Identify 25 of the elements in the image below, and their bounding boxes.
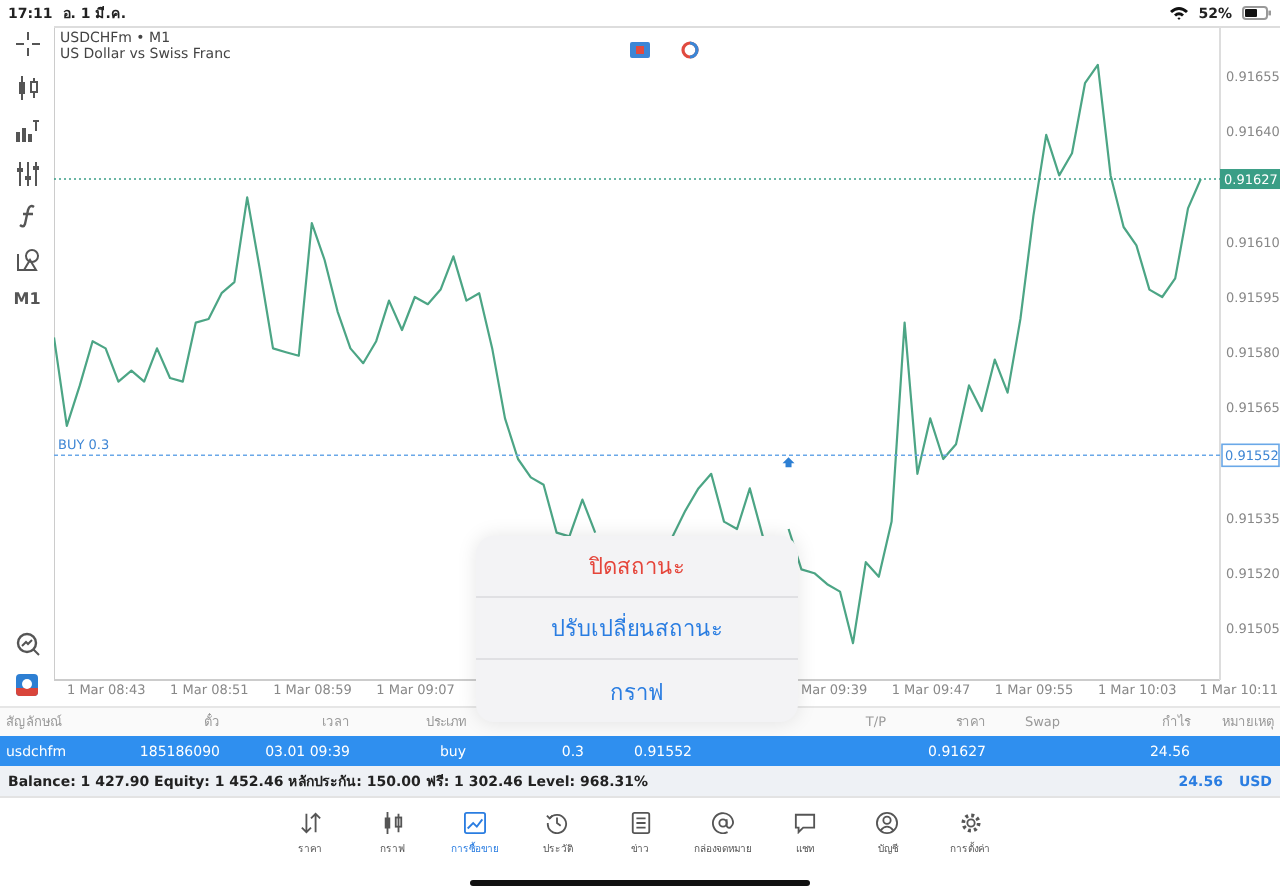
app-logo-icon[interactable] — [16, 674, 38, 696]
chat-icon — [794, 812, 816, 834]
buy-marker-icon — [782, 457, 795, 468]
crosshair-icon[interactable] — [15, 32, 39, 56]
timeframe-button[interactable]: M1 — [13, 290, 41, 308]
menu-item[interactable]: ปรับเปลี่ยนสถานะ — [476, 598, 798, 660]
chart-search-icon[interactable] — [15, 631, 39, 655]
history-clock-icon — [546, 812, 569, 834]
line-chart-icon — [464, 812, 486, 834]
candlestick-icon — [381, 812, 404, 834]
battery-icon — [1242, 6, 1272, 20]
function-icon[interactable] — [15, 204, 39, 228]
candlestick-icon[interactable] — [15, 75, 39, 99]
settings-icon — [959, 812, 981, 834]
ring-icon[interactable] — [681, 41, 699, 59]
shapes-icon[interactable] — [15, 247, 39, 271]
account-icon — [876, 812, 899, 834]
news-icon — [629, 812, 651, 834]
at-sign-icon — [711, 812, 734, 834]
sliders-icon[interactable] — [15, 161, 39, 185]
menu-item[interactable]: ปิดสถานะ — [476, 536, 798, 598]
indicator-bars-icon[interactable] — [15, 118, 39, 142]
wifi-icon — [1170, 6, 1189, 20]
menu-item[interactable]: กราฟ — [476, 660, 798, 722]
sort-arrows-icon — [299, 812, 321, 834]
